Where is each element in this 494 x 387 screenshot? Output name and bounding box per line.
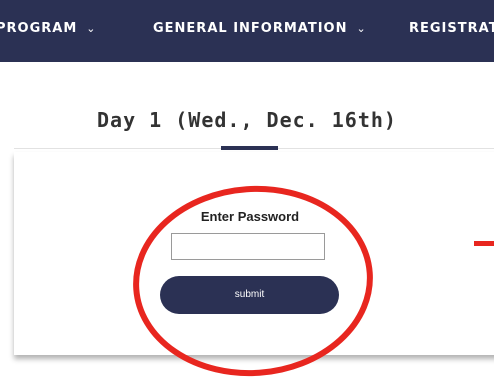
password-label: Enter Password [200, 209, 300, 224]
nav-item-registration[interactable]: REGISTRATION [409, 21, 494, 36]
nav-item-program[interactable]: PROGRAM ⌄ [0, 21, 97, 36]
nav-item-label: REGISTRATION [409, 21, 494, 36]
chevron-down-icon: ⌄ [86, 22, 97, 35]
section-title: Day 1 (Wed., Dec. 16th) [97, 108, 397, 132]
nav-item-label: PROGRAM [0, 21, 78, 36]
page: PROGRAM ⌄ GENERAL INFORMATION ⌄ REGISTRA… [0, 0, 494, 387]
nav-item-label: GENERAL INFORMATION [153, 21, 348, 36]
title-accent-underline [221, 146, 278, 150]
annotation-arrow-stub [474, 241, 494, 246]
nav-item-general-information[interactable]: GENERAL INFORMATION ⌄ [153, 21, 367, 36]
top-nav-bar: PROGRAM ⌄ GENERAL INFORMATION ⌄ REGISTRA… [0, 0, 494, 62]
chevron-down-icon: ⌄ [356, 22, 367, 35]
submit-button[interactable]: submit [160, 276, 339, 314]
password-input[interactable] [171, 233, 325, 260]
